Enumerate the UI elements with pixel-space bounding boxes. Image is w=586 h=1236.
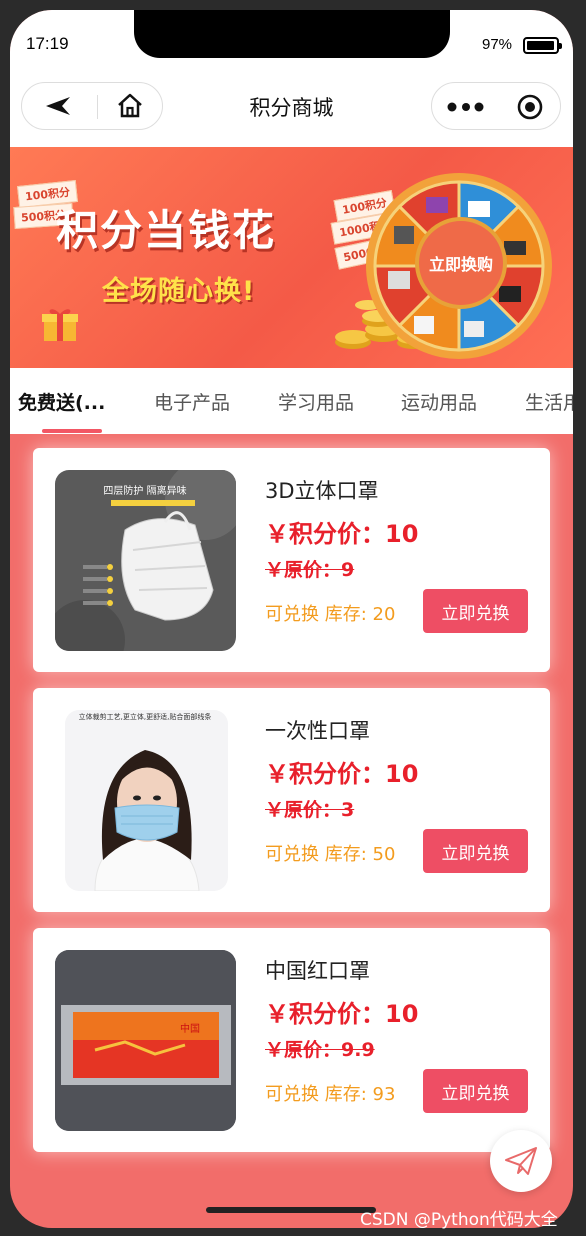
category-tabs: 免费送(... 电子产品 学习用品 运动用品 生活用 — [10, 368, 573, 434]
tab-life[interactable]: 生活用 — [525, 388, 573, 415]
battery-percent: 97% — [482, 36, 513, 53]
gift-icon — [42, 309, 78, 341]
product-name: 中国红口罩 — [265, 959, 370, 983]
home-indicator — [206, 1207, 376, 1213]
status-bar: 17:19 97% — [10, 10, 573, 74]
product-points-price: ￥积分价：10 — [265, 760, 419, 788]
wheel-center-label[interactable]: 立即换购 — [415, 217, 507, 309]
image-caption: 四层防护 隔离异味 — [103, 484, 186, 497]
close-miniprogram-icon[interactable] — [517, 94, 543, 120]
share-fab[interactable] — [490, 1130, 552, 1192]
product-original-price: ￥原价：9 — [265, 559, 355, 581]
product-stock: 可兑换 库存: 50 — [265, 844, 396, 865]
product-stock: 可兑换 库存: 93 — [265, 1084, 396, 1105]
product-card[interactable]: 四层防护 隔离异味 3D立体口罩 ￥积分价：10 ￥原价：9 可兑换 库存: 2… — [33, 448, 550, 672]
tab-active-indicator — [42, 429, 102, 433]
redeem-button[interactable]: 立即兑换 — [423, 1069, 528, 1113]
nav-capsule-right — [431, 82, 561, 130]
redeem-button[interactable]: 立即兑换 — [423, 589, 528, 633]
tab-electronics[interactable]: 电子产品 — [154, 388, 230, 415]
mask-print-text: 中国 — [180, 1022, 200, 1035]
image-caption: 立体裁剪工艺,更立体,更舒适,贴合面部线条 — [79, 712, 212, 721]
promo-banner[interactable]: 100积分 500积分 100积分 1000积分 5000积分 积分当钱花 全场… — [10, 147, 573, 368]
nav-bar: 积分商城 — [10, 74, 573, 148]
product-card[interactable]: 立体裁剪工艺,更立体,更舒适,贴合面部线条 一次性口罩 ￥积分价：10 ￥原价：… — [33, 688, 550, 912]
product-image: 中国 — [55, 950, 236, 1131]
banner-subtitle: 全场随心换! — [102, 276, 256, 307]
product-original-price: ￥原价：3 — [265, 799, 355, 821]
product-original-price: ￥原价：9.9 — [265, 1039, 375, 1061]
product-stock: 可兑换 库存: 20 — [265, 604, 396, 625]
banner-title: 积分当钱花 — [56, 206, 277, 255]
tab-sports[interactable]: 运动用品 — [401, 388, 477, 415]
battery-icon — [523, 37, 562, 54]
tab-free[interactable]: 免费送(... — [18, 388, 105, 415]
status-time: 17:19 — [26, 34, 69, 53]
paper-plane-icon — [505, 1147, 537, 1175]
phone-frame: 17:19 97% 积分商城 100积分 500积分 100积分 1000积分 … — [10, 10, 573, 1228]
redeem-button[interactable]: 立即兑换 — [423, 829, 528, 873]
product-image: 立体裁剪工艺,更立体,更舒适,贴合面部线条 — [65, 710, 228, 891]
product-points-price: ￥积分价：10 — [265, 520, 419, 548]
product-name: 一次性口罩 — [265, 719, 370, 743]
notch — [134, 10, 450, 58]
product-image: 四层防护 隔离异味 — [55, 470, 236, 651]
more-icon[interactable] — [446, 97, 486, 117]
tab-study[interactable]: 学习用品 — [278, 388, 354, 415]
product-name: 3D立体口罩 — [265, 479, 379, 503]
product-card[interactable]: 中国 中国红口罩 ￥积分价：10 ￥原价：9.9 可兑换 库存: 93 立即兑换 — [33, 928, 550, 1152]
product-points-price: ￥积分价：10 — [265, 1000, 419, 1028]
watermark: CSDN @Python代码大全 — [360, 1210, 558, 1230]
